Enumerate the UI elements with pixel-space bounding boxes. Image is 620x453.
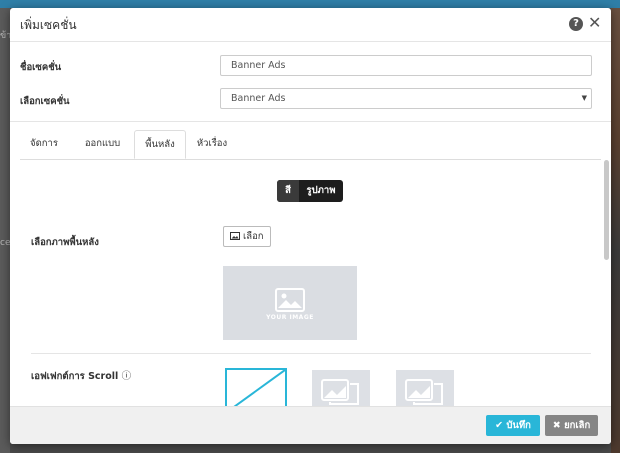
info-icon[interactable]: ⓘ <box>122 371 132 382</box>
scroll-effect-text: เอฟเฟกต์การ Scroll <box>31 371 119 382</box>
tab-header[interactable]: หัวเรื่อง <box>188 130 236 158</box>
parallax-icon <box>321 379 359 405</box>
modal-header: เพิ่มเซคชั่น ? ✕ <box>10 8 611 42</box>
choose-image-label: เลือก <box>243 231 264 242</box>
help-icon[interactable]: ? <box>569 17 583 31</box>
modal-footer: ✔ บันทึก ✖ ยกเลิก <box>10 406 611 444</box>
scroll-effect-label: เอฟเฟกต์การ Scroll ⓘ <box>31 368 131 384</box>
background-header-bar <box>0 0 620 8</box>
image-icon <box>230 232 240 240</box>
chevron-down-icon: ▼ <box>581 94 587 102</box>
scroll-effect-fixed[interactable] <box>396 370 454 406</box>
section-name-input[interactable]: Banner Ads <box>220 55 592 76</box>
save-button[interactable]: ✔ บันทึก <box>486 415 540 436</box>
background-text: ce <box>0 238 11 248</box>
scroll-effect-parallax[interactable] <box>312 370 370 406</box>
background-image-preview: YOUR IMAGE <box>223 266 357 340</box>
section-select-label: เลือกเซคชั่น <box>20 96 70 107</box>
section-name-label: ชื่อเซคชั่น <box>20 62 62 73</box>
preview-placeholder-text: YOUR IMAGE <box>266 314 314 321</box>
add-section-modal: เพิ่มเซคชั่น ? ✕ ชื่อเซคชั่น Banner Ads … <box>10 8 611 444</box>
tab-background[interactable]: พื้นหลัง <box>134 130 186 159</box>
no-effect-icon <box>233 369 286 406</box>
scrollbar[interactable] <box>604 160 609 260</box>
fixed-icon <box>405 379 443 405</box>
cancel-label: ยกเลิก <box>564 420 591 431</box>
section-divider <box>31 353 591 354</box>
tab-manage[interactable]: จัดการ <box>20 130 68 158</box>
toggle-color-option[interactable]: สี <box>277 180 299 202</box>
section-select-value: Banner Ads <box>231 93 286 104</box>
check-icon: ✔ <box>495 420 504 431</box>
image-placeholder-icon <box>275 288 305 312</box>
save-label: บันทึก <box>506 420 531 431</box>
background-right-panel <box>611 8 620 453</box>
background-type-toggle[interactable]: สี รูปภาพ <box>277 180 343 202</box>
scroll-effect-none[interactable] <box>225 368 287 406</box>
modal-title: เพิ่มเซคชั่น <box>20 18 77 32</box>
cancel-button[interactable]: ✖ ยกเลิก <box>545 415 598 436</box>
tab-bar: จัดการ ออกแบบ พื้นหลัง หัวเรื่อง <box>20 130 601 160</box>
toggle-image-option[interactable]: รูปภาพ <box>299 180 343 202</box>
close-icon: ✖ <box>552 420 561 431</box>
background-settings-panel: สี รูปภาพ เลือกภาพพื้นหลัง เลือก YOUR IMA… <box>10 160 611 406</box>
choose-image-button[interactable]: เลือก <box>223 226 271 247</box>
background-left-panel: ข้า ce <box>0 8 11 453</box>
close-icon[interactable]: ✕ <box>588 13 601 32</box>
section-select[interactable]: Banner Ads ▼ <box>220 88 592 109</box>
form-divider <box>10 121 611 122</box>
bg-image-label: เลือกภาพพื้นหลัง <box>31 237 99 248</box>
tab-design[interactable]: ออกแบบ <box>73 130 132 158</box>
